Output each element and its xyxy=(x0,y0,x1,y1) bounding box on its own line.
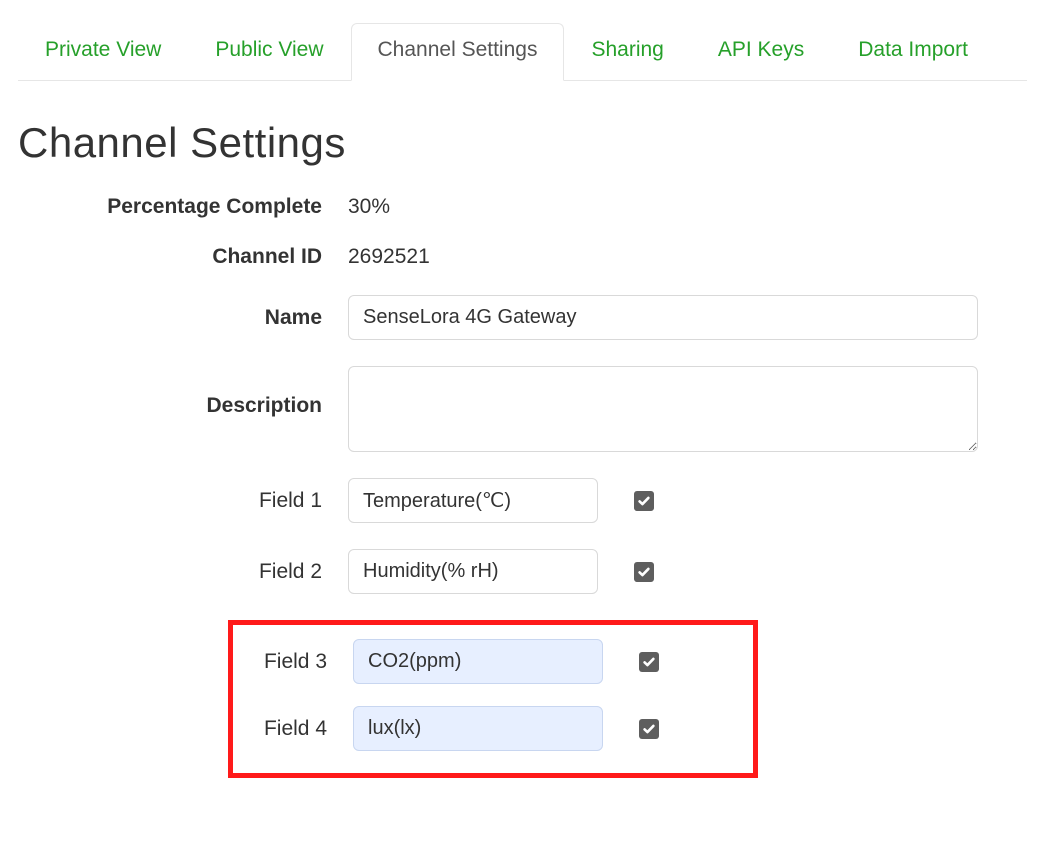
tab-sharing[interactable]: Sharing xyxy=(564,23,690,81)
tab-channel-settings[interactable]: Channel Settings xyxy=(351,23,565,81)
tab-bar: Private View Public View Channel Setting… xyxy=(18,0,1027,81)
tab-private-view[interactable]: Private View xyxy=(18,23,188,81)
label-description: Description xyxy=(18,366,348,418)
value-percentage-complete: 30% xyxy=(348,195,390,219)
tab-data-import[interactable]: Data Import xyxy=(831,23,995,81)
field2-input[interactable] xyxy=(348,549,598,594)
check-icon xyxy=(642,655,656,669)
field4-input[interactable] xyxy=(353,706,603,751)
field2-checkbox[interactable] xyxy=(634,562,654,582)
value-channel-id: 2692521 xyxy=(348,245,430,269)
check-icon xyxy=(642,722,656,736)
label-percentage-complete: Percentage Complete xyxy=(18,195,348,219)
label-channel-id: Channel ID xyxy=(18,245,348,269)
field1-input[interactable] xyxy=(348,478,598,523)
field3-input[interactable] xyxy=(353,639,603,684)
label-field4: Field 4 xyxy=(233,717,353,741)
tab-public-view[interactable]: Public View xyxy=(188,23,350,81)
label-field1: Field 1 xyxy=(18,489,348,513)
name-input[interactable] xyxy=(348,295,978,340)
highlight-fields-3-4: Field 3 Field 4 xyxy=(228,620,758,778)
channel-settings-form: Percentage Complete 30% Channel ID 26925… xyxy=(18,195,1027,778)
tab-api-keys[interactable]: API Keys xyxy=(691,23,831,81)
label-field2: Field 2 xyxy=(18,560,348,584)
label-name: Name xyxy=(18,306,348,330)
label-field3: Field 3 xyxy=(233,650,353,674)
field3-checkbox[interactable] xyxy=(639,652,659,672)
check-icon xyxy=(637,494,651,508)
check-icon xyxy=(637,565,651,579)
field1-checkbox[interactable] xyxy=(634,491,654,511)
field4-checkbox[interactable] xyxy=(639,719,659,739)
page-title: Channel Settings xyxy=(18,119,1027,167)
description-textarea[interactable] xyxy=(348,366,978,452)
